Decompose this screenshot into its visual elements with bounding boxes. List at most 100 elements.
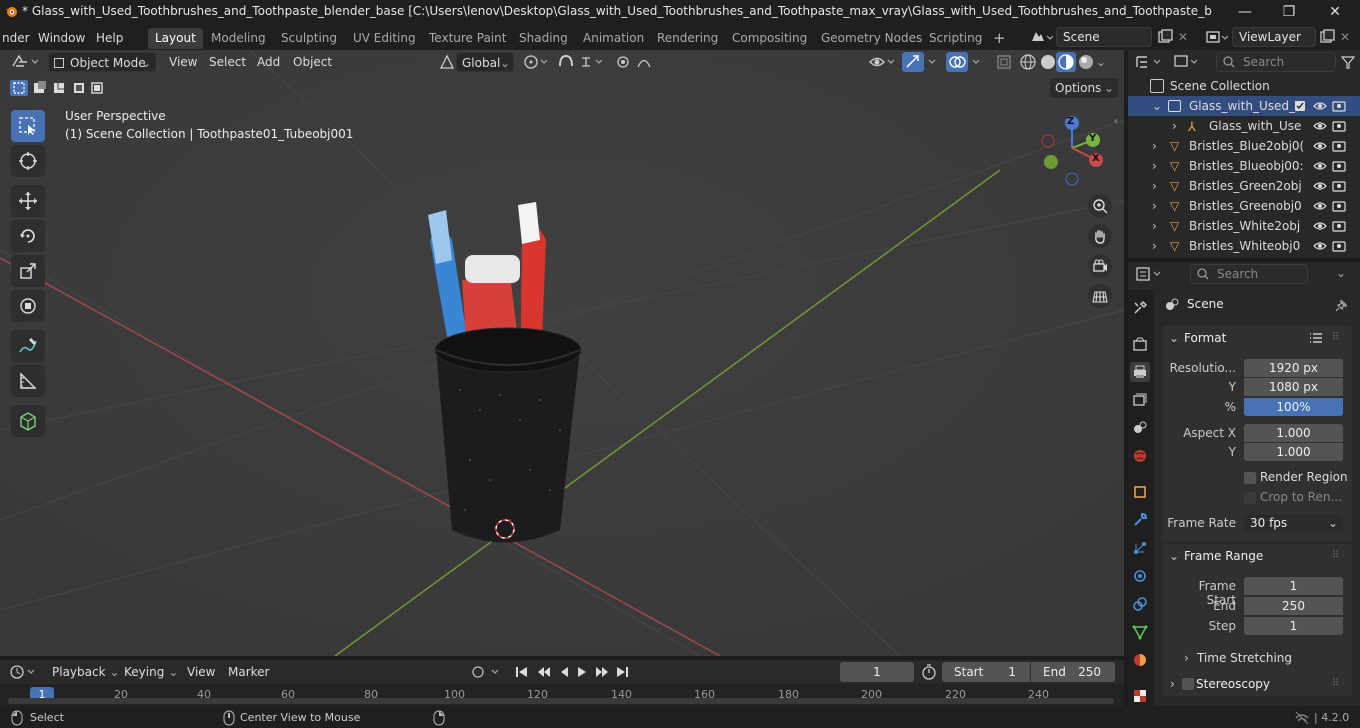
crop-checkbox[interactable]: [1244, 492, 1256, 504]
frame-step-field[interactable]: 1: [1244, 617, 1343, 635]
material-preview-icon[interactable]: [1056, 52, 1076, 72]
jump-to-keyframe-forward-button[interactable]: [594, 662, 614, 682]
overlays-icon[interactable]: [946, 52, 986, 72]
timeline-scrollbar[interactable]: [8, 698, 1114, 704]
editor-type-icon[interactable]: [10, 52, 42, 72]
render-region-checkbox[interactable]: [1244, 472, 1256, 484]
play-reverse-button[interactable]: [556, 662, 576, 682]
menu-select[interactable]: Select: [204, 52, 251, 72]
aspect-y-field[interactable]: 1.000: [1244, 443, 1343, 461]
keying-menu[interactable]: Keying ⌄: [119, 662, 183, 682]
tab-texture-paint[interactable]: Texture Paint: [422, 28, 513, 49]
modifiers-tab[interactable]: [1130, 510, 1150, 530]
projection-toggle-button[interactable]: [1088, 284, 1112, 308]
move-tool[interactable]: [11, 185, 45, 217]
select-box-tool[interactable]: [11, 110, 45, 142]
properties-options-chevron-icon[interactable]: ⌄: [1336, 266, 1350, 282]
gizmo-toggle-icon[interactable]: [902, 52, 942, 72]
pan-button[interactable]: [1088, 224, 1112, 248]
tab-rendering[interactable]: Rendering: [650, 28, 725, 49]
resolution-y-field[interactable]: 1080 px: [1244, 378, 1343, 396]
add-cube-tool[interactable]: [11, 405, 45, 437]
output-tab[interactable]: [1130, 362, 1150, 382]
world-tab[interactable]: [1130, 446, 1150, 466]
tab-shading[interactable]: Shading: [512, 28, 575, 49]
solid-shading-icon[interactable]: [1038, 52, 1058, 72]
pin-icon[interactable]: [1334, 297, 1350, 313]
add-workspace-button[interactable]: +: [986, 28, 1013, 49]
close-button[interactable]: ✕: [1320, 2, 1350, 22]
maximize-button[interactable]: ❐: [1274, 2, 1304, 22]
options-button[interactable]: Options ⌄: [1050, 78, 1118, 98]
jump-to-start-button[interactable]: [512, 662, 532, 682]
object-tab[interactable]: [1130, 482, 1150, 502]
display-mode-icon[interactable]: [1172, 52, 1202, 72]
filter-icon[interactable]: [1340, 54, 1356, 70]
tab-animation[interactable]: Animation: [576, 28, 651, 49]
new-scene-icon[interactable]: [1156, 28, 1174, 46]
scene-icon[interactable]: [1028, 28, 1054, 46]
frame-end-field[interactable]: 250: [1244, 597, 1343, 615]
jump-to-keyframe-back-button[interactable]: [534, 662, 554, 682]
texture-tab[interactable]: [1130, 686, 1150, 706]
visibility-icon[interactable]: [868, 52, 896, 72]
menu-window[interactable]: Window: [34, 28, 89, 48]
drag-handle-icon[interactable]: ⠿: [1332, 677, 1346, 691]
transform-orientation-icon[interactable]: [438, 52, 456, 72]
tab-modeling[interactable]: Modeling: [204, 28, 273, 49]
stopwatch-icon[interactable]: [920, 663, 938, 681]
shading-options-chevron-icon[interactable]: ⌄: [1096, 54, 1112, 70]
measure-tool[interactable]: [11, 365, 45, 397]
tab-sculpting[interactable]: Sculpting: [274, 28, 344, 49]
tab-compositing[interactable]: Compositing: [725, 28, 814, 49]
timeline-editor-type-icon[interactable]: [8, 662, 40, 682]
snapping-icon[interactable]: [556, 52, 606, 72]
frame-range-panel-header[interactable]: ⌄ Frame Range: [1162, 544, 1352, 568]
tab-uv-editing[interactable]: UV Editing: [346, 28, 423, 49]
marker-menu[interactable]: Marker: [223, 662, 274, 682]
mode-selector[interactable]: Object Mode ⌄: [48, 52, 156, 72]
annotate-tool[interactable]: [11, 330, 45, 362]
stereoscopy-panel-header[interactable]: › Stereoscopy: [1162, 672, 1352, 696]
start-frame-field[interactable]: Start 1: [942, 662, 1030, 682]
tab-layout[interactable]: Layout: [148, 28, 203, 49]
timeline-view-menu[interactable]: View: [182, 662, 220, 682]
remove-scene-icon[interactable]: ✕: [1178, 28, 1194, 46]
transform-tool[interactable]: [11, 290, 45, 322]
data-tab[interactable]: [1130, 622, 1150, 642]
minimize-button[interactable]: —: [1230, 2, 1260, 22]
tab-geometry-nodes[interactable]: Geometry Nodes: [814, 28, 929, 49]
drag-handle-icon[interactable]: ⠿: [1332, 549, 1346, 563]
proportional-editing-icon[interactable]: [614, 52, 664, 72]
render-tab[interactable]: [1130, 334, 1150, 354]
stereoscopy-checkbox[interactable]: [1182, 678, 1194, 690]
rotate-tool[interactable]: [11, 220, 45, 252]
view-layer-icon[interactable]: [1204, 28, 1230, 46]
play-button[interactable]: [574, 662, 594, 682]
resolution-percent-slider[interactable]: 100%: [1244, 398, 1343, 416]
drag-handle-icon[interactable]: ⠿: [1332, 331, 1346, 345]
current-frame-field[interactable]: 1: [840, 662, 914, 682]
tool-tab[interactable]: [1130, 298, 1150, 318]
menu-add[interactable]: Add: [252, 52, 285, 72]
frame-rate-dropdown[interactable]: 30 fps ⌄: [1244, 514, 1343, 532]
resolution-x-field[interactable]: 1920 px: [1244, 359, 1343, 377]
new-view-layer-icon[interactable]: [1318, 28, 1336, 46]
navigation-gizmo[interactable]: Z Y X: [1036, 112, 1108, 188]
physics-tab[interactable]: [1130, 566, 1150, 586]
sidebar-toggle-chevron-icon[interactable]: ‹: [1114, 116, 1124, 130]
outliner-editor-type-icon[interactable]: [1134, 52, 1166, 72]
outliner-row-scene-collection[interactable]: Scene Collection: [1128, 76, 1360, 96]
jump-to-end-button[interactable]: [614, 662, 634, 682]
time-stretching-subpanel[interactable]: › Time Stretching: [1184, 648, 1344, 668]
view-layer-selector[interactable]: ViewLayer: [1232, 27, 1316, 47]
playback-menu[interactable]: Playback ⌄: [47, 662, 125, 682]
transform-orientation-selector[interactable]: Global ⌄: [456, 52, 514, 72]
aspect-x-field[interactable]: 1.000: [1244, 424, 1343, 442]
scene-selector[interactable]: Scene: [1056, 27, 1152, 47]
auto-keying-icon[interactable]: [468, 662, 504, 682]
remove-view-layer-icon[interactable]: ✕: [1340, 28, 1356, 46]
pivot-point-icon[interactable]: [522, 52, 550, 72]
zoom-button[interactable]: [1088, 194, 1112, 218]
scale-tool[interactable]: [11, 255, 45, 287]
